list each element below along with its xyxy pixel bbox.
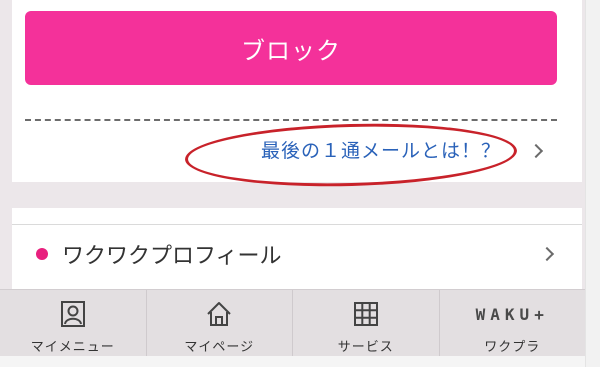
- profile-divider: [12, 224, 582, 225]
- grid-icon: [353, 302, 378, 326]
- nav-label: サービス: [337, 340, 394, 355]
- person-frame-icon: [60, 301, 85, 327]
- chevron-right-icon: [539, 246, 555, 262]
- dashed-divider: [25, 119, 557, 121]
- bottom-nav: マイメニュー マイページ サービス WAKU+ ワクプラ: [0, 289, 585, 356]
- nav-label: マイメニュー: [30, 340, 115, 355]
- profile-menu-label: ワクワクプロフィール: [62, 244, 282, 269]
- scrollbar[interactable]: [585, 0, 600, 367]
- nav-label: ワクプラ: [484, 340, 541, 355]
- nav-item-wakupura[interactable]: WAKU+ ワクプラ: [440, 290, 586, 356]
- last-mail-info-label: 最後の１通メールとは！？: [260, 140, 501, 162]
- profile-menu-item[interactable]: ワクワクプロフィール: [12, 228, 582, 280]
- page-bottom-strip: [0, 356, 585, 367]
- chevron-right-icon: [528, 143, 544, 159]
- bullet-dot-icon: [36, 248, 48, 260]
- nav-label: マイページ: [184, 340, 255, 355]
- last-mail-info-link[interactable]: 最後の１通メールとは！？: [25, 130, 557, 172]
- nav-item-my-menu[interactable]: マイメニュー: [0, 290, 147, 356]
- block-button[interactable]: ブロック: [25, 11, 557, 85]
- waku-plus-logo: WAKU+: [475, 304, 549, 324]
- home-icon: [207, 302, 231, 326]
- nav-item-service[interactable]: サービス: [293, 290, 440, 356]
- nav-item-my-page[interactable]: マイページ: [147, 290, 293, 356]
